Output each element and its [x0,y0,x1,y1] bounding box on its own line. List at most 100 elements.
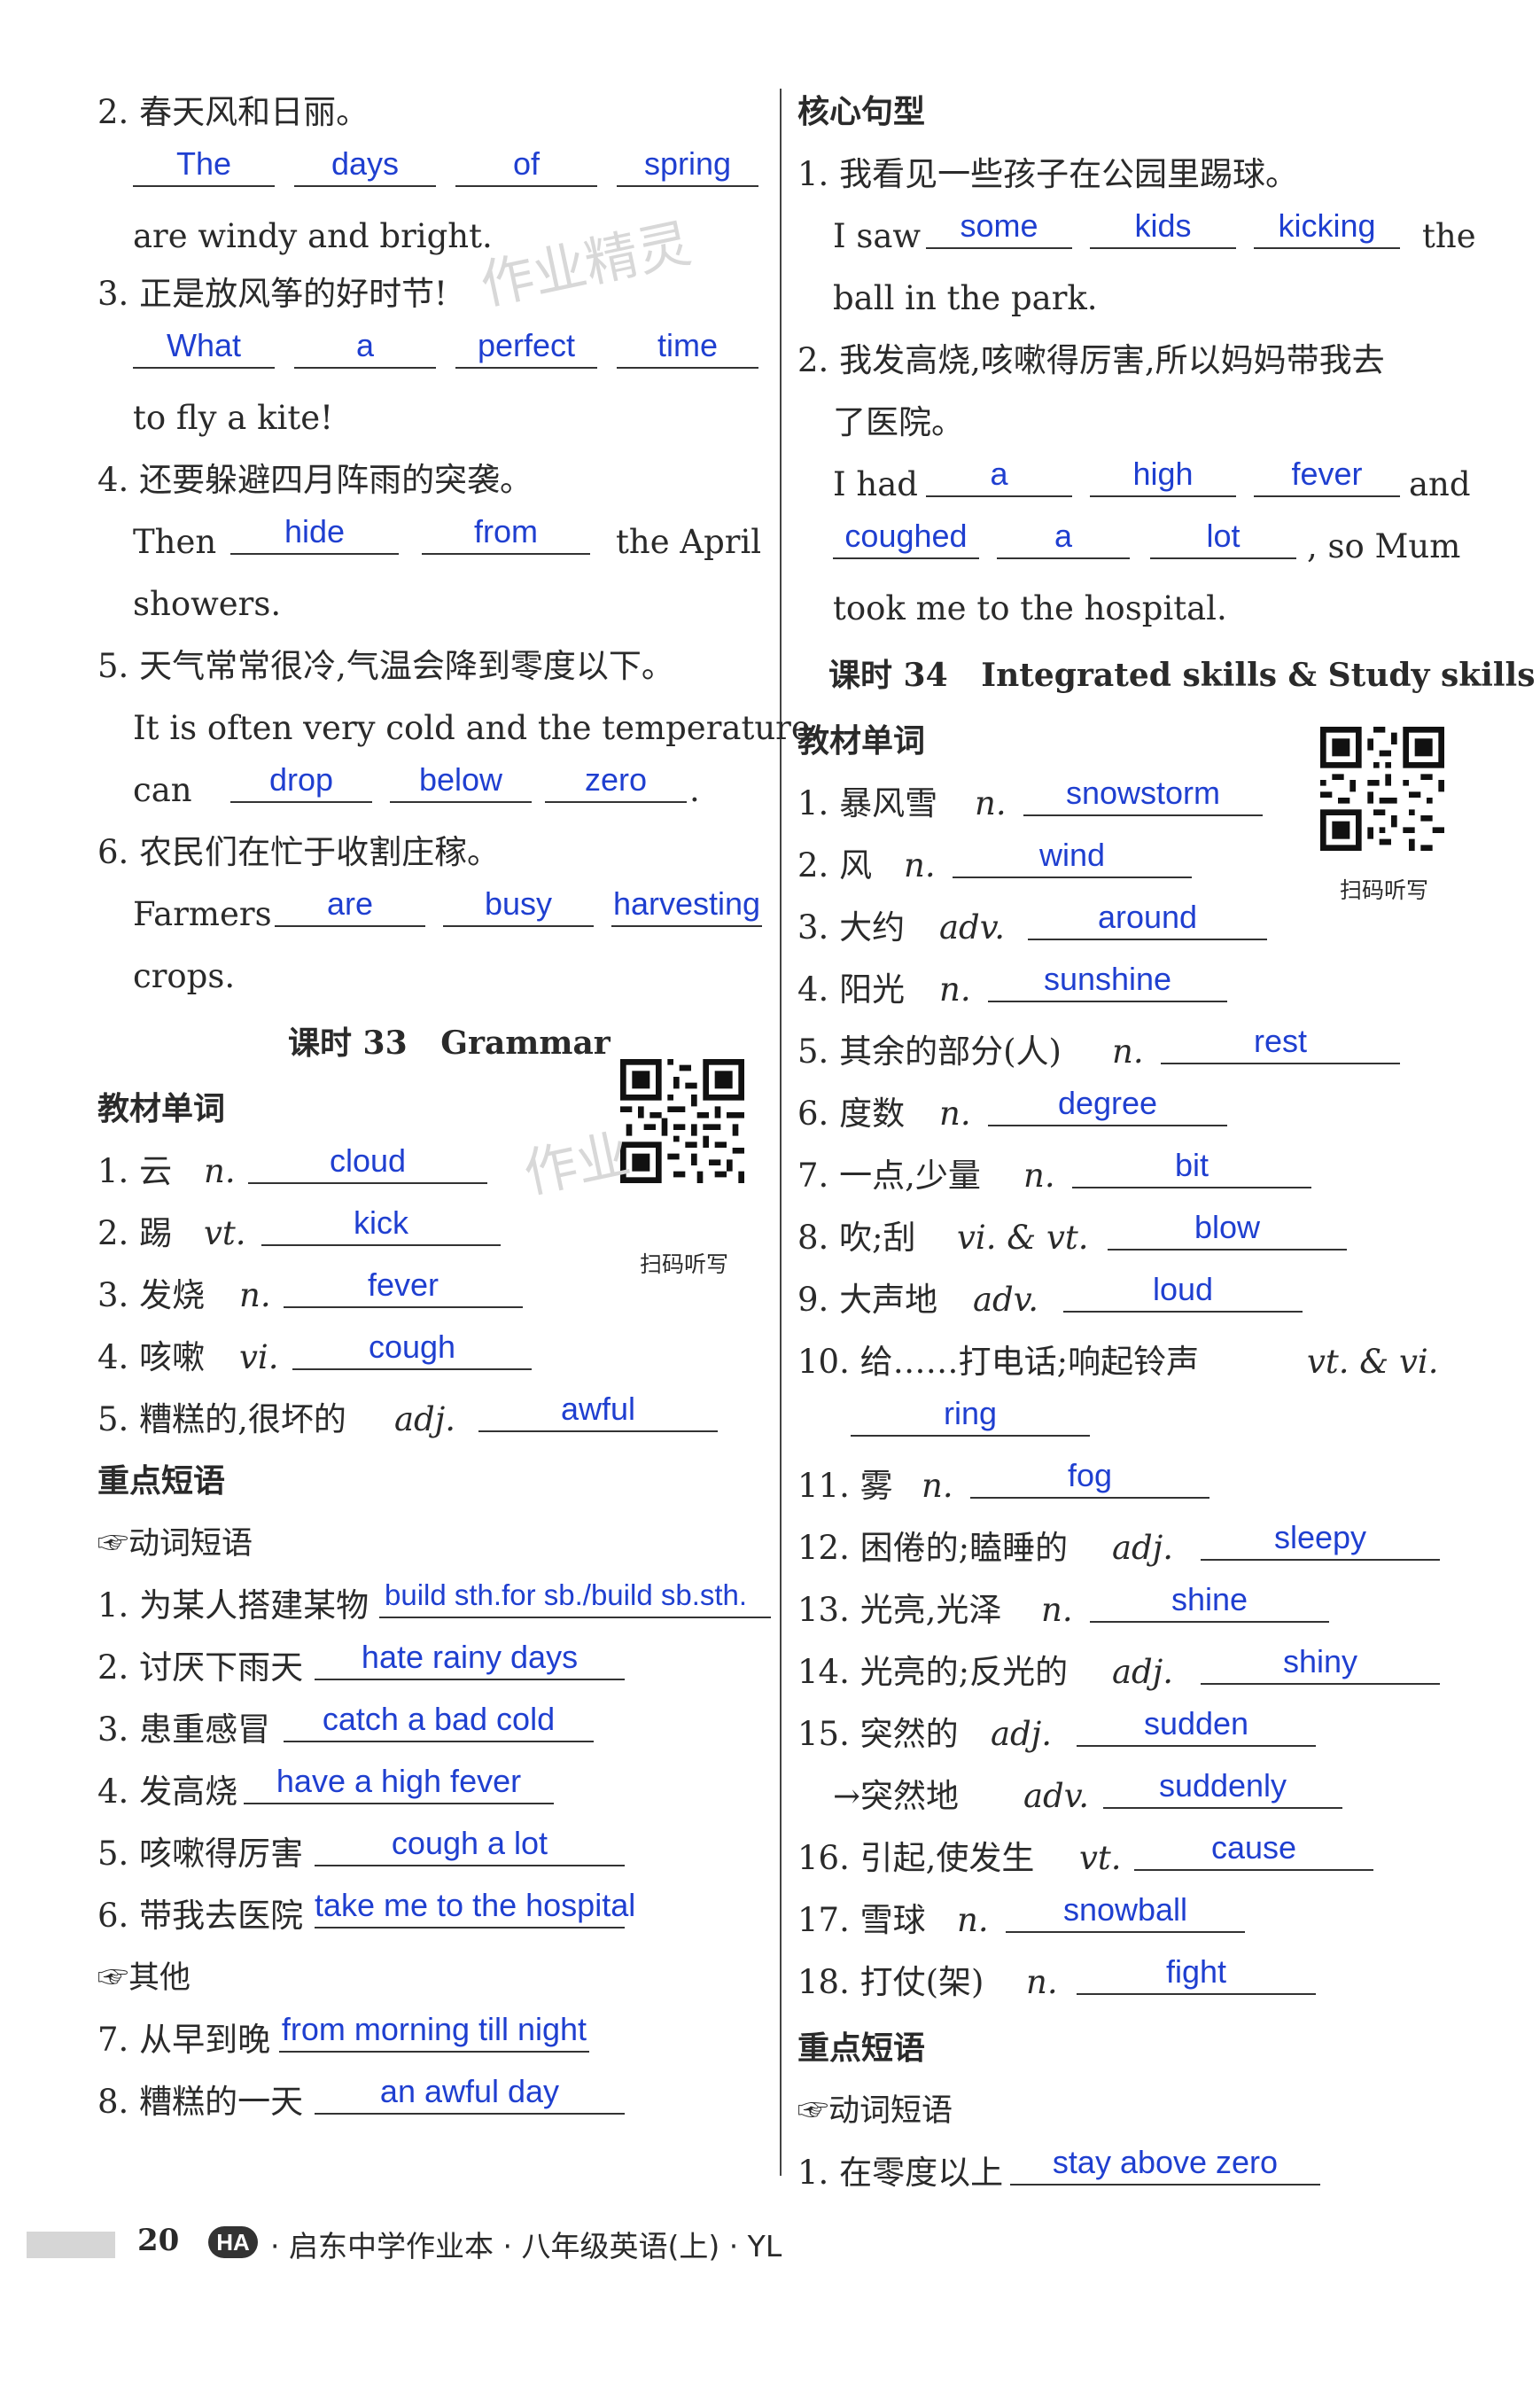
vocab-blank-r5[interactable]: rest [1161,1024,1400,1064]
vocab-blank-3[interactable]: fever [284,1267,523,1308]
left-vocab-heading: 教材单词 [97,1091,226,1127]
phrase-blank-4[interactable]: have a high fever [244,1764,554,1804]
phrase-blank-3[interactable]: catch a bad cold [284,1702,594,1742]
c2-prefix: I had [833,465,918,503]
c2-blank-4[interactable]: coughed [833,518,979,559]
vocab-item-3: 3. 发烧 [97,1276,206,1314]
c2-chinese-2: 了医院。 [833,403,964,441]
vocab-item-r8: 8. 吹;刮 [797,1219,916,1257]
vocab-item-r4: 4. 阳光 [797,970,906,1009]
vocab-blank-r1[interactable]: snowstorm [1023,775,1263,816]
c2-continuation: took me to the hospital. [833,589,1227,627]
vocab-item-5: 5. 糟糕的,很坏的 [97,1400,346,1438]
watermark: 作业精灵 [475,212,696,318]
c2-blank-2[interactable]: high [1090,456,1236,497]
vocab-blank-r16[interactable]: cause [1134,1830,1373,1871]
vocab-pos-3: n. [239,1276,271,1314]
q2-continuation: are windy and bright. [133,217,493,255]
phrase-blank-1[interactable]: build sth.for sb./build sb.sth. [379,1578,771,1618]
q5-blank-3[interactable]: zero [545,762,687,803]
q2-blank-2[interactable]: days [294,146,436,187]
c2-blank-1[interactable]: a [926,456,1072,497]
q6-blank-2[interactable]: busy [443,886,594,927]
vocab-item-r17: 17. 雪球 [797,1901,926,1939]
lesson-34-number: 课时 34 [828,657,948,694]
vocab-item-r10: 10. 给……打电话;响起铃声 [797,1343,1200,1381]
vocab-blank-r10[interactable]: ring [851,1396,1090,1437]
vocab-blank-r4[interactable]: sunshine [988,962,1227,1002]
phrase-item-3: 3. 患重感冒 [97,1710,271,1749]
vocab-item-r13: 13. 光亮,光泽 [797,1591,1002,1629]
q4-blank-2[interactable]: from [422,514,590,555]
vocab-pos-r3: adv. [939,908,1006,947]
vocab-blank-r12[interactable]: sleepy [1201,1520,1440,1561]
c2-blank-5[interactable]: a [997,518,1130,559]
vocab-blank-r2[interactable]: wind [953,838,1192,878]
phrase-blank-8[interactable]: an awful day [315,2074,625,2115]
vocab-blank-1[interactable]: cloud [248,1143,487,1184]
qr-code-icon[interactable] [1320,727,1444,851]
vocab-item-r15: 15. 突然的 [797,1715,959,1753]
vocab-item-r2: 2. 风 [797,846,873,884]
vocab-blank-5[interactable]: awful [478,1391,718,1432]
vocab-blank-r14[interactable]: shiny [1201,1644,1440,1685]
q2-blank-4[interactable]: spring [617,146,758,187]
q3-blank-4[interactable]: time [617,328,758,369]
vocab-item-r6: 6. 度数 [797,1095,906,1133]
footer-decoration [27,2232,115,2258]
q3-blank-1[interactable]: What [133,328,275,369]
q5-blank-2[interactable]: below [390,762,532,803]
q6-blank-3[interactable]: harvesting [611,886,762,927]
q3-blank-3[interactable]: perfect [455,328,597,369]
phrase-blank-6[interactable]: take me to the hospital [315,1888,635,1928]
vocab-blank-r15[interactable]: sudden [1077,1706,1316,1747]
q2-blank-3[interactable]: of [455,146,597,187]
vocab-blank-r11[interactable]: fog [970,1458,1209,1499]
q5-chinese: 5. 天气常常很冷,气温会降到零度以下。 [97,647,674,685]
vocab-blank-r9[interactable]: loud [1063,1272,1303,1313]
vocab-blank-r8[interactable]: blow [1108,1210,1347,1251]
c2-blank-3[interactable]: fever [1254,456,1400,497]
q6-chinese: 6. 农民们在忙于收割庄稼。 [97,833,501,871]
c1-blank-2[interactable]: kids [1090,208,1236,249]
core-sentence-heading: 核心句型 [797,94,926,130]
c1-blank-3[interactable]: kicking [1254,208,1400,249]
vocab-blank-r7[interactable]: bit [1072,1148,1311,1188]
vocab-pos-r1: n. [975,784,1007,822]
q6-blank-1[interactable]: are [275,886,425,927]
q6-prefix: Farmers [133,895,272,933]
vocab-pos-r5: n. [1112,1032,1144,1071]
vocab-pos-r4: n. [939,970,971,1009]
book-title: · 启东中学作业本 · 八年级英语(上) · YL [270,2229,782,2263]
c2-blank-6[interactable]: lot [1150,518,1296,559]
qr-code-icon[interactable] [620,1059,744,1183]
vocab-blank-4[interactable]: cough [292,1329,532,1370]
c1-chinese: 1. 我看见一些孩子在公园里踢球。 [797,155,1299,193]
q2-blank-1[interactable]: The [133,146,275,187]
vocab-blank-r17[interactable]: snowball [1006,1892,1245,1933]
vocab-blank-r18[interactable]: fight [1077,1954,1316,1995]
vocab-blank-r3[interactable]: around [1028,900,1267,940]
q4-blank-1[interactable]: hide [230,514,399,555]
vocab-blank-r6[interactable]: degree [988,1086,1227,1126]
publisher-badge: HA [208,2226,258,2258]
vocab-blank-r13[interactable]: shine [1090,1582,1329,1623]
phrase-blank-r1[interactable]: stay above zero [1010,2145,1320,2186]
left-verb-phrase-subheading: ☞动词短语 [97,1526,253,1562]
vocab-item-r11: 11. 雾 [797,1467,893,1505]
q3-blank-2[interactable]: a [294,328,436,369]
vocab-pos-r15: adj. [991,1715,1052,1753]
q5-blank-1[interactable]: drop [230,762,372,803]
vocab-blank-r15b[interactable]: suddenly [1103,1768,1342,1809]
phrase-blank-2[interactable]: hate rainy days [315,1640,625,1680]
phrase-blank-5[interactable]: cough a lot [315,1826,625,1866]
phrase-item-7: 7. 从早到晚 [97,2021,271,2059]
c1-blank-1[interactable]: some [926,208,1072,249]
vocab-blank-2[interactable]: kick [261,1205,501,1246]
q3-continuation: to fly a kite! [133,399,333,437]
c2-suffix-2: , so Mum [1307,527,1461,565]
phrase-blank-7[interactable]: from morning till night [279,2012,589,2053]
lesson-33-number: 课时 33 [288,1025,408,1062]
right-vocab-heading: 教材单词 [797,723,926,760]
vocab-item-r18: 18. 打仗(架) [797,1963,984,2001]
